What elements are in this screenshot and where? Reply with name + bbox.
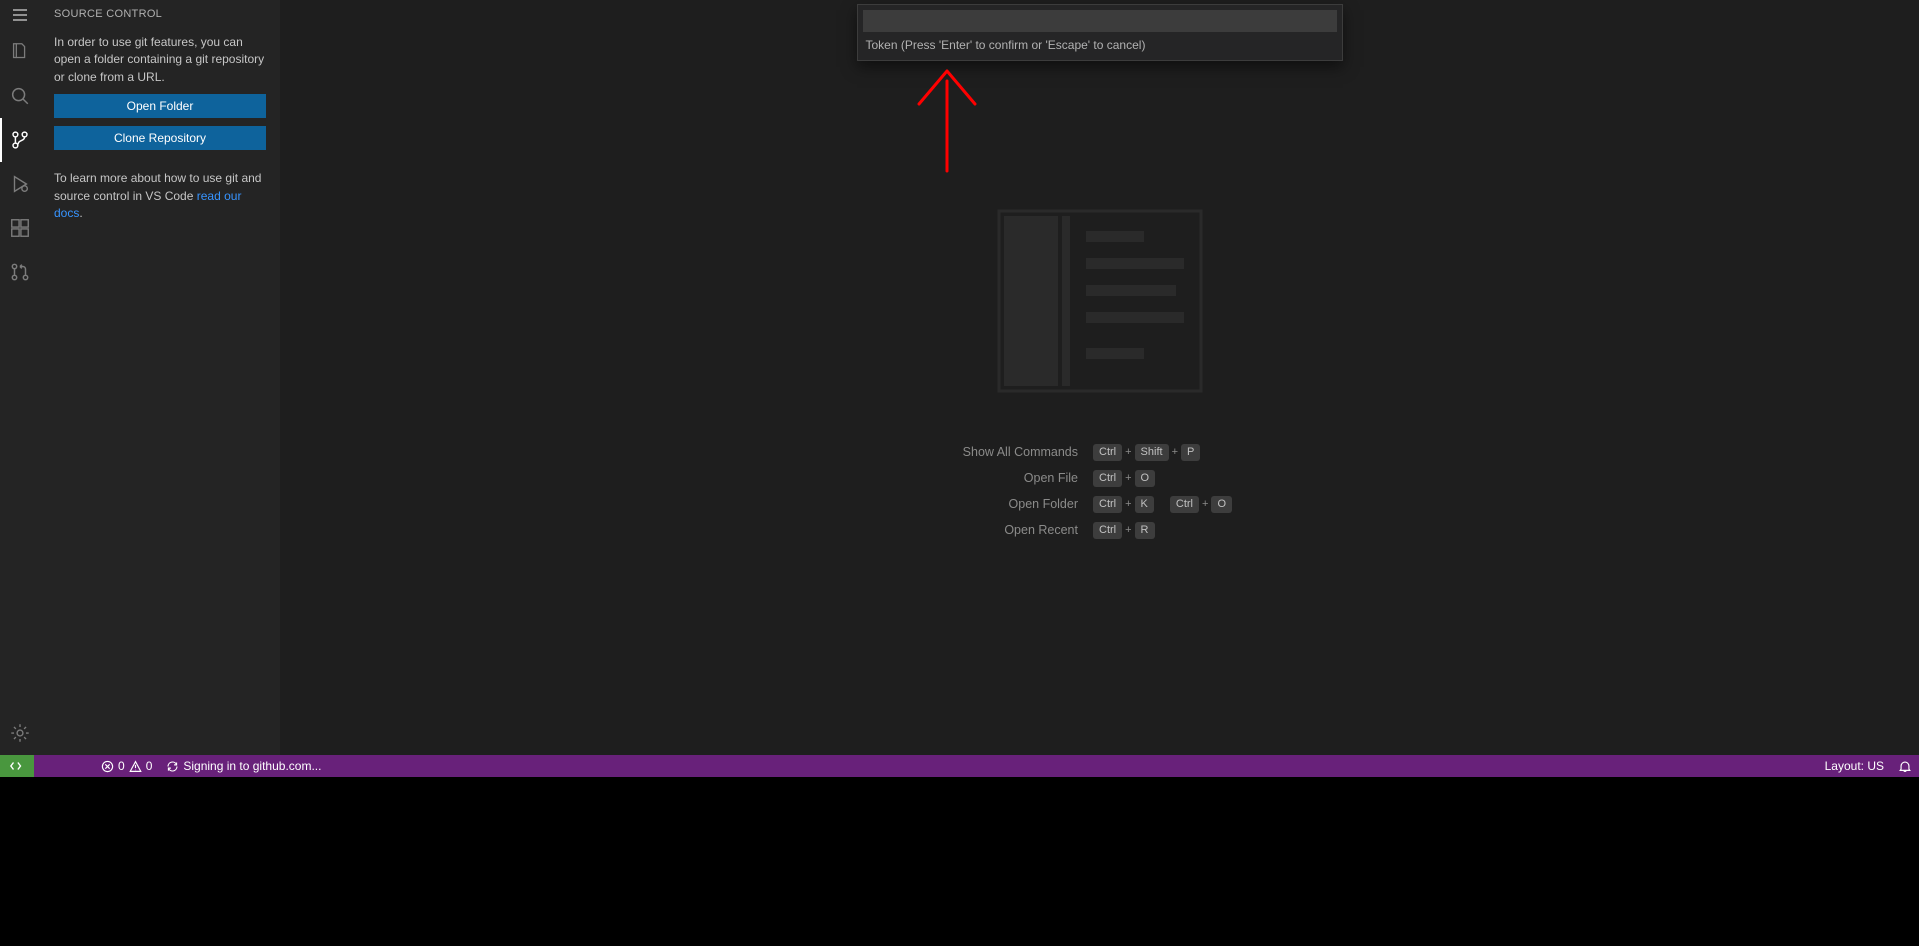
keycap: O bbox=[1211, 496, 1232, 513]
keycap: O bbox=[1135, 470, 1156, 487]
menu-icon bbox=[12, 8, 28, 22]
extensions-icon bbox=[9, 217, 31, 239]
keycap: K bbox=[1135, 496, 1154, 513]
activity-settings[interactable] bbox=[0, 711, 40, 755]
command-keys: Ctrl+KCtrl+O bbox=[1092, 496, 1292, 513]
sidebar-title: SOURCE CONTROL bbox=[40, 0, 280, 28]
command-label: Open Folder bbox=[907, 497, 1092, 511]
keycap: Ctrl bbox=[1093, 496, 1122, 513]
command-label: Open Recent bbox=[907, 523, 1092, 537]
scm-learn-text: To learn more about how to use git and s… bbox=[54, 170, 266, 222]
command-keys: Ctrl+Shift+P bbox=[1092, 444, 1292, 461]
activity-search[interactable] bbox=[0, 74, 40, 118]
welcome-command-row: Open FileCtrl+O bbox=[820, 470, 1380, 487]
gear-icon bbox=[9, 722, 31, 744]
welcome-command-row: Open FolderCtrl+KCtrl+O bbox=[820, 496, 1380, 513]
quick-input-hint: Token (Press 'Enter' to confirm or 'Esca… bbox=[858, 36, 1342, 60]
error-icon bbox=[101, 760, 114, 773]
scm-intro-text: In order to use git features, you can op… bbox=[54, 34, 266, 86]
activity-explorer[interactable] bbox=[0, 30, 40, 74]
annotation-arrow bbox=[907, 66, 987, 176]
welcome-page: Show All CommandsCtrl+Shift+POpen FileCt… bbox=[820, 208, 1380, 548]
learn-suffix: . bbox=[79, 206, 82, 220]
command-keys: Ctrl+O bbox=[1092, 470, 1292, 487]
problems-status[interactable]: 0 0 bbox=[94, 755, 159, 777]
signin-text: Signing in to github.com... bbox=[183, 759, 321, 773]
status-bar: 0 0 Signing in to github.com... Layout: … bbox=[0, 755, 1919, 777]
github-pr-icon bbox=[9, 261, 31, 283]
bell-icon bbox=[1898, 759, 1912, 773]
notifications-button[interactable] bbox=[1891, 755, 1919, 777]
command-label: Open File bbox=[907, 471, 1092, 485]
keyboard-layout-status[interactable]: Layout: US bbox=[1818, 755, 1891, 777]
welcome-watermark-icon bbox=[996, 208, 1204, 394]
command-keys: Ctrl+R bbox=[1092, 522, 1292, 539]
command-label: Show All Commands bbox=[907, 445, 1092, 459]
app-menu-button[interactable] bbox=[0, 0, 40, 30]
editor-area: Token (Press 'Enter' to confirm or 'Esca… bbox=[280, 0, 1919, 755]
keycap: Ctrl bbox=[1093, 444, 1122, 461]
sidebar-source-control: SOURCE CONTROL In order to use git featu… bbox=[40, 0, 280, 755]
welcome-commands: Show All CommandsCtrl+Shift+POpen FileCt… bbox=[820, 444, 1380, 539]
below-crop-area bbox=[0, 777, 1919, 946]
activity-source-control[interactable] bbox=[0, 118, 40, 162]
keycap: P bbox=[1181, 444, 1200, 461]
keycap: R bbox=[1135, 522, 1155, 539]
keycap: Shift bbox=[1135, 444, 1169, 461]
warning-count: 0 bbox=[146, 759, 153, 773]
keycap: Ctrl bbox=[1170, 496, 1199, 513]
clone-repository-button[interactable]: Clone Repository bbox=[54, 126, 266, 150]
search-icon bbox=[9, 85, 31, 107]
activity-run-debug[interactable] bbox=[0, 162, 40, 206]
source-control-icon bbox=[9, 129, 31, 151]
welcome-command-row: Show All CommandsCtrl+Shift+P bbox=[820, 444, 1380, 461]
sync-icon bbox=[166, 760, 179, 773]
keycap: Ctrl bbox=[1093, 522, 1122, 539]
remote-icon bbox=[10, 759, 24, 773]
error-count: 0 bbox=[118, 759, 125, 773]
keycap: Ctrl bbox=[1093, 470, 1122, 487]
activity-bar bbox=[0, 0, 40, 755]
github-signin-status[interactable]: Signing in to github.com... bbox=[159, 755, 328, 777]
activity-github-pr[interactable] bbox=[0, 250, 40, 294]
run-debug-icon bbox=[9, 173, 31, 195]
quick-input-field[interactable] bbox=[863, 10, 1337, 32]
quick-input-widget: Token (Press 'Enter' to confirm or 'Esca… bbox=[857, 4, 1343, 61]
warning-icon bbox=[129, 760, 142, 773]
remote-indicator[interactable] bbox=[0, 755, 34, 777]
open-folder-button[interactable]: Open Folder bbox=[54, 94, 266, 118]
welcome-command-row: Open RecentCtrl+R bbox=[820, 522, 1380, 539]
activity-extensions[interactable] bbox=[0, 206, 40, 250]
files-icon bbox=[9, 41, 31, 63]
